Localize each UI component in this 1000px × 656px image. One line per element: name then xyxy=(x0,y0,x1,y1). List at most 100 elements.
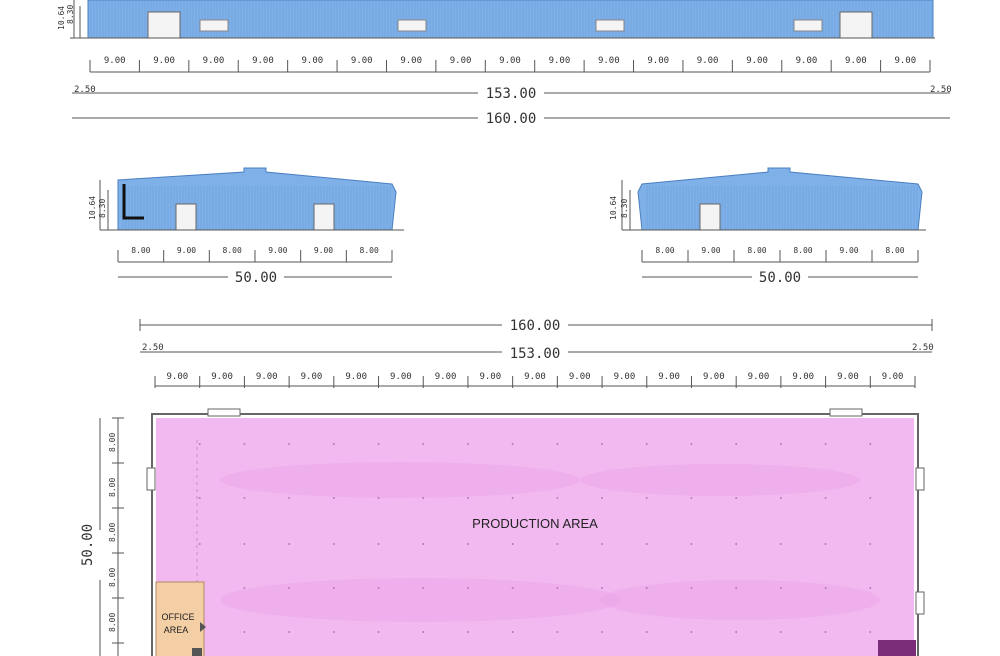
grid-column xyxy=(377,587,380,589)
grid-column xyxy=(690,497,693,499)
front-end-dim-left: 2.50 xyxy=(74,85,96,95)
grid-column xyxy=(511,443,514,445)
grid-column xyxy=(466,631,469,633)
grid-column xyxy=(466,543,469,545)
grid-column xyxy=(422,587,425,589)
bay-dimension: 9.00 xyxy=(845,56,867,66)
grid-column xyxy=(735,443,738,445)
factory-drawing-sheet: 10.64 8.30 9.00 9.00 9.00 9.00 9.00 9.00 9.00 9… xyxy=(57,0,952,656)
grid-column xyxy=(779,543,782,545)
bay-dimension: 9.00 xyxy=(894,56,916,66)
plan-right-door xyxy=(915,591,925,615)
grid-column xyxy=(824,497,827,499)
grid-column xyxy=(645,543,648,545)
plan-width-dim: 50.00 xyxy=(80,524,96,566)
bay-dimension: 9.00 xyxy=(697,56,719,66)
bay-dimension: 9.00 xyxy=(203,56,225,66)
side-dimension: 8.00 xyxy=(108,568,117,587)
bay-dimension: 8.00 xyxy=(223,246,242,255)
grid-column xyxy=(288,587,291,589)
bay-dimension: 9.00 xyxy=(746,56,768,66)
front-wall-cladding xyxy=(90,0,932,38)
grid-column xyxy=(377,497,380,499)
grid-column xyxy=(422,497,425,499)
bay-dimension: 9.00 xyxy=(549,56,571,66)
plan-top-door xyxy=(207,408,241,417)
grid-column xyxy=(511,631,514,633)
bay-dimension: 9.00 xyxy=(268,246,287,255)
grid-column xyxy=(332,587,335,589)
office-area-label: OFFICE xyxy=(162,612,195,622)
side-left-door xyxy=(313,203,335,231)
bay-dimension: 9.00 xyxy=(703,372,725,382)
front-window xyxy=(397,19,427,32)
grid-column xyxy=(243,631,246,633)
side-left-door xyxy=(175,203,197,231)
front-window xyxy=(595,19,625,32)
plan-side-dimensions: 8.008.008.008.008.008.00 xyxy=(108,417,124,644)
grid-column xyxy=(556,631,559,633)
grid-column xyxy=(422,443,425,445)
bay-dimension: 9.00 xyxy=(211,372,233,382)
production-area xyxy=(156,418,914,656)
bay-dimension: 9.00 xyxy=(400,56,422,66)
grid-column xyxy=(690,443,693,445)
bay-dimension: 9.00 xyxy=(598,56,620,66)
bay-dimension: 9.00 xyxy=(499,56,521,66)
front-height-dim: 10.64 xyxy=(57,6,66,30)
front-elevation-wall xyxy=(87,0,934,39)
grid-column xyxy=(243,497,246,499)
bay-dimension: 9.00 xyxy=(882,372,904,382)
bay-dimension: 8.00 xyxy=(131,246,150,255)
side-elevation-left: 10.64 8.30 8.00 9.00 8.00 9.00 9.00 8.00 50.0… xyxy=(88,167,404,286)
side-left-height-dim: 8.30 xyxy=(98,199,107,218)
bay-dimension: 8.00 xyxy=(793,246,812,255)
grid-column xyxy=(422,631,425,633)
grid-column xyxy=(556,443,559,445)
side-dimension: 8.00 xyxy=(108,478,117,497)
grid-column xyxy=(466,497,469,499)
grid-column xyxy=(645,443,648,445)
grid-column xyxy=(556,587,559,589)
grid-column xyxy=(645,497,648,499)
bay-dimension: 9.00 xyxy=(252,56,274,66)
grid-column xyxy=(198,543,201,545)
bay-dimension: 9.00 xyxy=(479,372,501,382)
grid-column xyxy=(645,587,648,589)
front-door xyxy=(839,11,873,39)
bay-dimension: 9.00 xyxy=(351,56,373,66)
grid-column xyxy=(824,543,827,545)
grid-column xyxy=(243,587,246,589)
front-window xyxy=(793,19,823,32)
bay-dimension: 8.00 xyxy=(747,246,766,255)
front-elevation: 10.64 8.30 9.00 9.00 9.00 9.00 9.00 9.00 9.00 9… xyxy=(57,0,952,127)
plan-right-door xyxy=(915,467,925,491)
side-right-wall xyxy=(637,167,923,231)
office-area-label: AREA xyxy=(164,625,189,635)
bay-dimension: 9.00 xyxy=(390,372,412,382)
bay-dimension: 9.00 xyxy=(701,246,720,255)
bay-dimension: 9.00 xyxy=(792,372,814,382)
bay-dimension: 9.00 xyxy=(658,372,680,382)
grid-column xyxy=(288,443,291,445)
grid-column xyxy=(645,631,648,633)
grid-column xyxy=(824,631,827,633)
grid-column xyxy=(869,443,872,445)
grid-column xyxy=(735,587,738,589)
side-right-height-dim: 8.30 xyxy=(620,199,629,218)
grid-column xyxy=(332,443,335,445)
side-dimension: 8.00 xyxy=(108,433,117,452)
bay-dimension: 8.00 xyxy=(885,246,904,255)
bay-dimension: 9.00 xyxy=(748,372,770,382)
grid-column xyxy=(332,631,335,633)
bay-dimension: 9.00 xyxy=(167,372,189,382)
grid-column xyxy=(556,497,559,499)
grid-column xyxy=(601,497,604,499)
grid-column xyxy=(601,587,604,589)
side-right-width-dim: 50.00 xyxy=(759,270,801,286)
grid-column xyxy=(332,497,335,499)
bay-dimension: 9.00 xyxy=(314,246,333,255)
plan-end-dim-left: 2.50 xyxy=(142,343,164,353)
bay-dimension: 9.00 xyxy=(104,56,126,66)
bay-dimension: 9.00 xyxy=(796,56,818,66)
